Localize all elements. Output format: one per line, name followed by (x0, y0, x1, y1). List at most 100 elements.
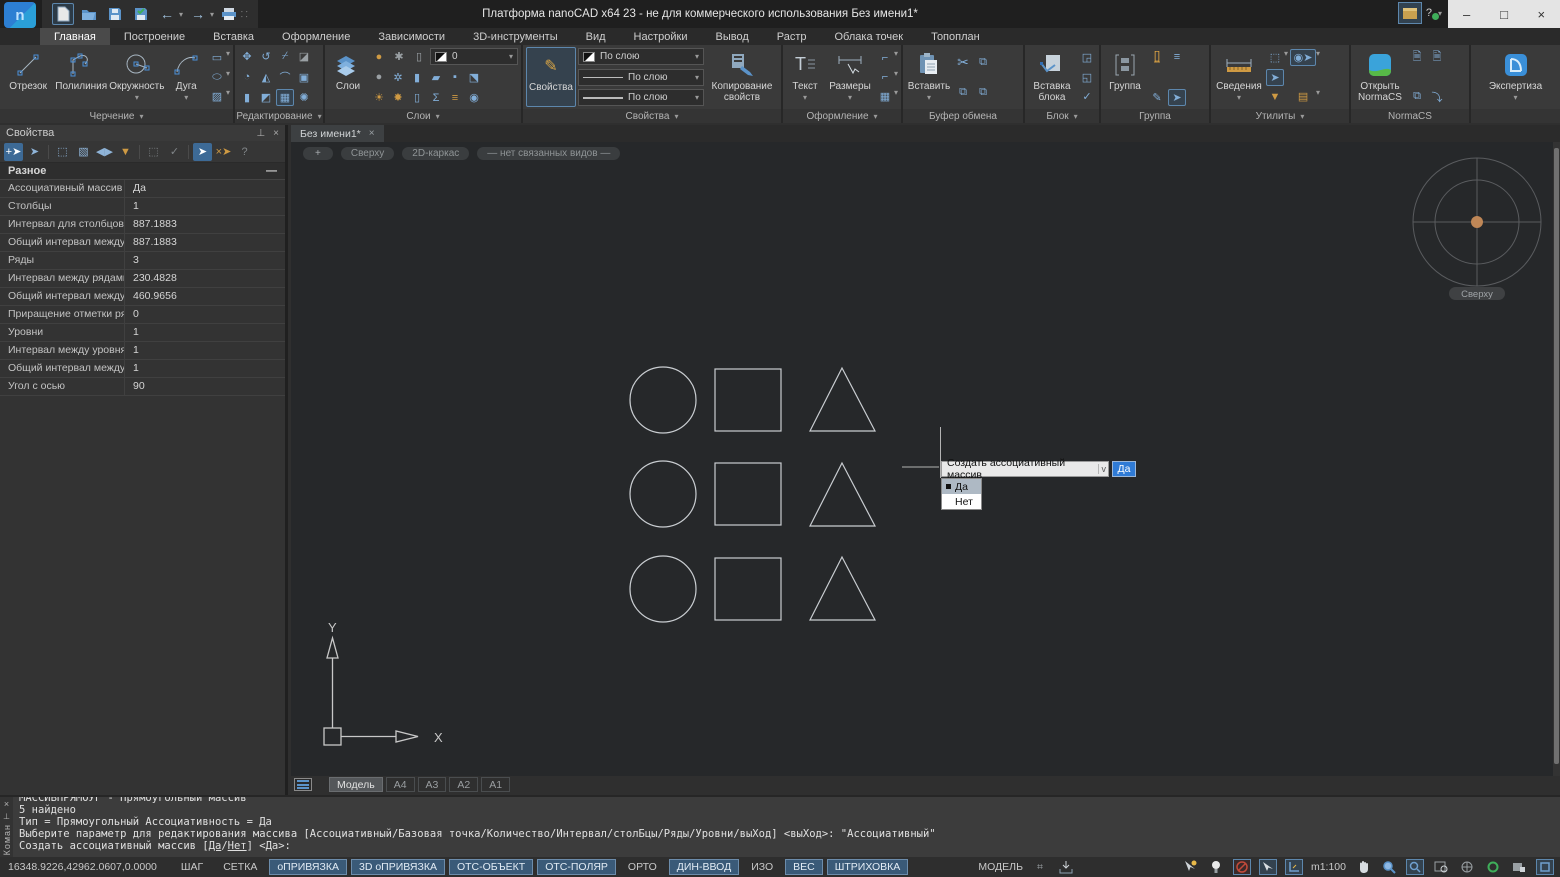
layer-bulb-icon[interactable]: ● (370, 69, 388, 86)
property-row[interactable]: Приращение отметки ряда0 (0, 306, 285, 324)
layer-eye-icon[interactable]: ◉ (465, 89, 483, 106)
copy-object-icon[interactable]: ▣ (295, 69, 313, 86)
property-row[interactable]: Интервал между рядами 230.4828 (0, 270, 285, 288)
minimize-button[interactable]: – (1448, 0, 1485, 28)
lineweight-select[interactable]: По слою ▾ (578, 89, 704, 106)
block-attrs-icon[interactable]: ◱ (1078, 69, 1096, 86)
erase-icon[interactable]: ◪ (295, 48, 313, 65)
layout-tab-a2[interactable]: А2 (449, 777, 479, 792)
redo-button[interactable]: → (187, 3, 209, 25)
annotation-scale[interactable]: m1:100 (1311, 861, 1346, 873)
select-window-icon[interactable]: ⬚ (53, 143, 72, 161)
quick-select-icon[interactable]: ◀▶ (95, 143, 114, 161)
layout-tab-a4[interactable]: А4 (385, 777, 415, 792)
layer-snowflake-icon[interactable]: ✲ (389, 69, 407, 86)
rotate-icon[interactable]: ↺ (257, 48, 275, 65)
help-dropdown-icon[interactable]: ▾ (1438, 9, 1442, 18)
copy-icon[interactable]: ⧉ (954, 84, 972, 101)
undo-dropdown-icon[interactable]: ▾ (179, 10, 183, 19)
toggle-din-vvod[interactable]: ДИН-ВВОД (668, 859, 740, 875)
stretch-icon[interactable]: ▮ (238, 89, 256, 106)
property-row[interactable]: Столбцы 1 (0, 198, 285, 216)
layer-transfer-icon[interactable]: ⬔ (465, 69, 483, 86)
property-row[interactable]: Ассоциативный массив Да (0, 180, 285, 198)
group-label-utilities[interactable]: Утилиты ▾ (1211, 109, 1349, 123)
toggle-orto[interactable]: ОРТО (620, 859, 665, 875)
property-row[interactable]: Общий интервал между ... 887.1883 (0, 234, 285, 252)
drawing-canvas[interactable]: Y X Сверху + Сверху 2D-каркас — нет связ… (291, 142, 1560, 776)
regen-icon[interactable] (1484, 859, 1502, 875)
group-edit-icon[interactable]: ✎ (1148, 89, 1166, 106)
paste-button[interactable]: Вставить ▾ (906, 47, 952, 107)
leader-icon[interactable]: ⌐ (876, 49, 894, 66)
info-button[interactable]: Сведения ▾ (1214, 47, 1264, 107)
dyn-input-value[interactable]: Да (1112, 461, 1136, 477)
property-row[interactable]: Интервал для столбцов 887.1883 (0, 216, 285, 234)
tab-glavnaya[interactable]: Главная (40, 28, 110, 45)
command-history[interactable]: МАССИВПРЯМОУГ - Прямоугольный массив 5 н… (13, 797, 1560, 857)
group-label-drawing[interactable]: Черчение ▾ (0, 109, 233, 123)
section-misc[interactable]: Разное — (0, 163, 285, 180)
toggle-3d-oprivyazka[interactable]: 3D оПРИВЯЗКА (350, 859, 445, 875)
tab-vstavka[interactable]: Вставка (199, 28, 268, 45)
qat-more-icon[interactable]: ⸬ (241, 9, 248, 20)
layer-freeze-icon[interactable]: ✱ (390, 48, 408, 65)
toggle-setka[interactable]: СЕТКА (215, 859, 265, 875)
group-select-icon[interactable]: ➤ (1168, 89, 1186, 106)
property-row[interactable]: Ряды 3 (0, 252, 285, 270)
arc-dropdown-icon[interactable]: ▾ (184, 93, 188, 102)
insert-block-button[interactable]: Вставка блока (1028, 47, 1076, 107)
dyn-input-prompt[interactable]: Создать ассоциативный массив v (941, 457, 1109, 481)
help-circle-icon[interactable]: ? (235, 143, 254, 161)
move-icon[interactable]: ✥ (238, 48, 256, 65)
layout-tab-a3[interactable]: А3 (417, 777, 447, 792)
layer-stack-icon[interactable]: ≡ (446, 89, 464, 106)
layer-sun-icon[interactable]: ☀ (370, 89, 388, 106)
select-group-icon[interactable]: ⬚ (144, 143, 163, 161)
toggle-izo[interactable]: ИЗО (743, 859, 781, 875)
mirror-icon[interactable]: ◭ (257, 69, 275, 86)
canvas-scrollbar[interactable] (1553, 142, 1560, 776)
panel-close-icon[interactable]: × (273, 128, 279, 139)
link-icon[interactable]: ⌗ (1031, 859, 1049, 875)
toggle-ots-obekt[interactable]: ОТС-ОБЪЕКТ (448, 859, 534, 875)
select-arrow-icon[interactable]: ➤ (25, 143, 44, 161)
open-normacs-button[interactable]: Открыть NormaCS (1354, 47, 1406, 107)
layer-select[interactable]: 0 ▾ (430, 48, 518, 65)
linetype-select[interactable]: По слою ▾ (578, 68, 704, 86)
clear-selection-icon[interactable]: ×➤ (214, 143, 233, 161)
normacs-doc-icon[interactable]: 🗎 (1428, 49, 1446, 66)
tab-nastroyki[interactable]: Настройки (620, 28, 702, 45)
text-button[interactable]: T Текст ▾ (786, 47, 824, 107)
filter-icon[interactable]: ▼ (116, 143, 135, 161)
save-as-button[interactable] (130, 3, 152, 25)
pointer-mode-icon[interactable]: ➤ (193, 142, 212, 161)
layer-lock-icon[interactable]: ▯ (410, 48, 428, 65)
offset-icon[interactable]: ◩ (257, 89, 275, 106)
group-button[interactable]: Группа (1104, 47, 1146, 107)
zoom-window-icon[interactable] (1406, 859, 1424, 875)
pan-icon[interactable] (1354, 859, 1372, 875)
select-crossing-icon[interactable]: ▧ (74, 143, 93, 161)
open-file-button[interactable] (78, 3, 100, 25)
group-frames-icon[interactable]: ⦋⦌ (1148, 48, 1166, 65)
document-tab[interactable]: Без имени1* × (291, 125, 384, 142)
group-label-properties[interactable]: Свойства ▾ (523, 109, 781, 123)
select-rect-icon[interactable]: ⬚ (1266, 49, 1284, 66)
group-label-layers[interactable]: Слои ▾ (325, 109, 521, 123)
layout-tab-a1[interactable]: А1 (481, 777, 511, 792)
tab-vid[interactable]: Вид (572, 28, 620, 45)
color-select[interactable]: По слою ▾ (578, 48, 704, 65)
help-button[interactable]: ? ▾ (1426, 7, 1442, 20)
view-direction-button[interactable]: Сверху (340, 147, 395, 160)
apply-icon[interactable]: ✓ (165, 143, 184, 161)
properties-button[interactable]: ✎ Свойства (526, 47, 576, 107)
visual-style-button[interactable]: 2D-каркас (402, 147, 470, 160)
add-selection-icon[interactable]: +➤ (4, 142, 23, 161)
save-button[interactable] (104, 3, 126, 25)
rectangle-tool-icon[interactable]: ▭ (208, 49, 226, 66)
tab-oformlenie[interactable]: Оформление (268, 28, 364, 45)
print-button[interactable] (218, 3, 240, 25)
layer-plane-icon[interactable]: ▰ (427, 69, 445, 86)
paste-special-icon[interactable]: ⧉ (974, 84, 992, 101)
